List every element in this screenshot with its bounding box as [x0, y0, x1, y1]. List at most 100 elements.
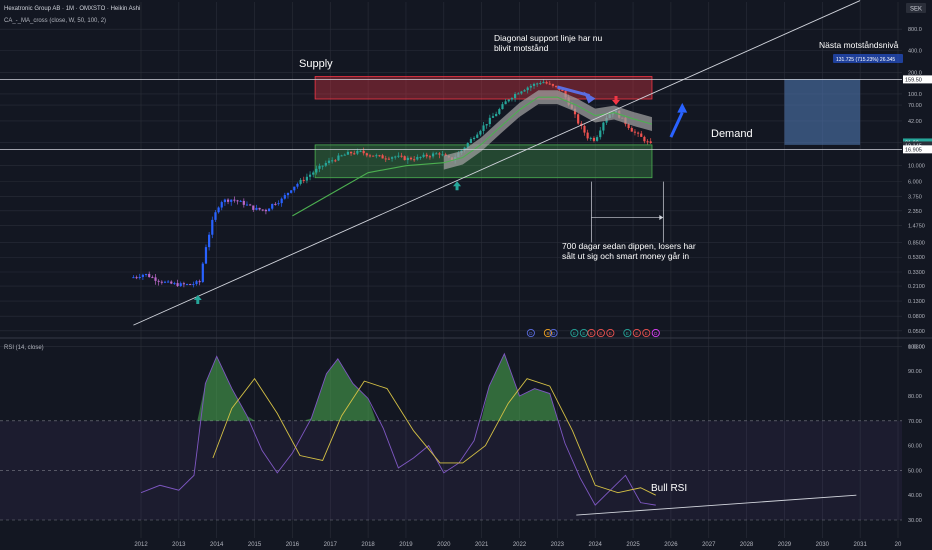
candle-body: [182, 283, 185, 285]
candle-body: [302, 179, 305, 181]
x-tick-label: 2027: [702, 542, 716, 548]
candle-body: [406, 157, 409, 161]
x-tick-label: 20: [895, 542, 902, 548]
candle-body: [520, 91, 523, 94]
candle-body: [349, 151, 353, 154]
candle-body: [536, 83, 539, 85]
candle-body: [290, 190, 293, 193]
candle-body: [132, 277, 135, 279]
candle-body: [362, 150, 365, 154]
x-tick-label: 2029: [778, 542, 792, 548]
candle-body: [485, 124, 488, 126]
candle-body: [416, 156, 419, 160]
candle-body: [321, 165, 324, 167]
candle-body: [419, 156, 422, 158]
candle-body: [271, 203, 274, 209]
y-tick-label: 0.5300: [908, 255, 925, 261]
candle-body: [400, 155, 403, 157]
candle-body: [498, 109, 501, 114]
candle-body: [255, 207, 258, 210]
y-tick-label: 2.350: [908, 209, 922, 215]
candle-body: [359, 150, 362, 152]
candle-body: [154, 277, 157, 281]
rsi-tick-label: 80.00: [908, 394, 922, 400]
x-tick-label: 2030: [816, 542, 830, 548]
x-tick-label: 2016: [286, 542, 300, 548]
candle-body: [214, 212, 217, 220]
measure-readout: 131.725 (715.23%) 26.345: [836, 57, 895, 63]
candle-body: [409, 157, 413, 160]
candle-body: [375, 155, 378, 157]
candle-body: [435, 153, 438, 155]
candle-body: [431, 153, 435, 157]
candle-body: [495, 113, 498, 117]
candle-body: [428, 156, 432, 158]
candle-body: [476, 134, 479, 138]
candle-body: [163, 281, 167, 283]
supply-label: Supply: [299, 58, 333, 70]
candle-body: [554, 85, 558, 87]
candle-body: [293, 186, 296, 191]
candle-body: [526, 87, 529, 91]
candle-body: [258, 207, 261, 210]
candle-body: [413, 159, 416, 161]
rsi-tick-label: 60.00: [908, 444, 922, 450]
x-tick-label: 2015: [248, 542, 262, 548]
candle-body: [592, 137, 596, 141]
candle-body: [479, 130, 482, 135]
candle-body: [170, 281, 173, 284]
price-tag-label: 159.50: [905, 77, 922, 83]
candle-body: [135, 277, 138, 279]
candle-body: [346, 151, 350, 155]
candle-body: [179, 283, 182, 287]
candle-body: [252, 205, 255, 210]
candle-body: [636, 132, 640, 134]
candle-body: [469, 139, 473, 144]
candle-body: [630, 128, 633, 132]
candle-body: [151, 277, 154, 279]
candle-body: [226, 199, 230, 202]
candle-body: [353, 153, 356, 155]
candle-body: [491, 116, 495, 118]
candle-body: [337, 155, 340, 161]
candle-body: [223, 199, 227, 203]
y-tick-label: 800.0: [908, 27, 922, 33]
candle-body: [539, 82, 542, 84]
candle-body: [368, 155, 372, 157]
candle-body: [551, 84, 555, 86]
x-tick-label: 2031: [853, 542, 867, 548]
candle-body: [646, 141, 649, 143]
x-tick-label: 2026: [664, 542, 678, 548]
supply-zone: [314, 76, 653, 100]
candle-body: [488, 117, 491, 125]
indicator-legend[interactable]: CA_-_MA_cross (close, W, 50, 100, 2): [4, 18, 106, 24]
candle-body: [422, 154, 425, 157]
candle-body: [340, 155, 343, 157]
event-marker-label: E: [590, 331, 593, 336]
diagonal-note-line1: Diagonal support linje har nu: [494, 33, 602, 43]
symbol-title[interactable]: Hexatronic Group AB · 1M · OMXSTO · Heik…: [4, 6, 140, 12]
candle-body: [640, 133, 643, 137]
event-marker-label: E: [635, 331, 638, 336]
candle-body: [472, 137, 476, 140]
candle-body: [217, 207, 220, 213]
candle-body: [504, 101, 507, 105]
candle-body: [523, 90, 526, 92]
candle-body: [230, 199, 233, 202]
candle-body: [296, 183, 299, 187]
x-tick-label: 2024: [589, 542, 603, 548]
y-tick-label: 0.0500: [908, 329, 925, 335]
rsi-tick-label: 30.00: [908, 518, 922, 524]
candle-body: [239, 200, 242, 202]
candle-body: [286, 192, 290, 196]
candle-body: [233, 199, 236, 201]
y-tick-label: 0.1300: [908, 299, 925, 305]
candle-body: [507, 99, 510, 102]
rsi-panel-label[interactable]: RSI (14, close): [4, 345, 44, 351]
candle-body: [390, 157, 394, 159]
demand-zone: [314, 144, 653, 179]
candle-body: [403, 156, 406, 161]
y-tick-label: 6.000: [908, 180, 922, 186]
candle-body: [274, 203, 277, 205]
y-tick-label: 0.3300: [908, 270, 925, 276]
